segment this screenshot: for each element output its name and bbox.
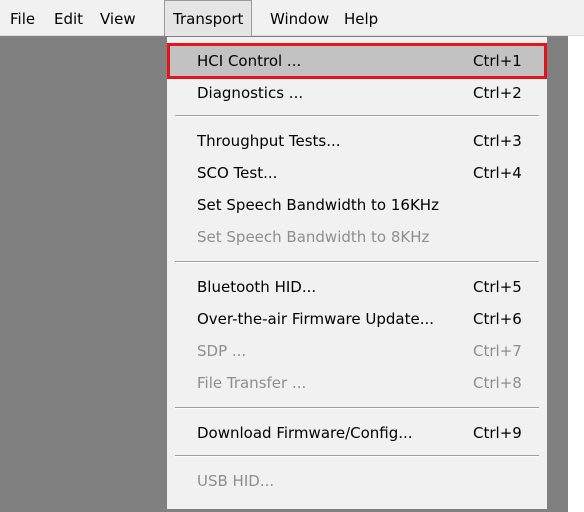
menu-item-shortcut: Ctrl+8 [473,374,522,392]
menu-item-download-firmware-config[interactable]: Download Firmware/Config... Ctrl+9 [169,417,545,449]
menu-item-shortcut: Ctrl+9 [473,424,522,442]
menu-item-ota-firmware-update[interactable]: Over-the-air Firmware Update... Ctrl+6 [169,303,545,335]
menu-separator [175,455,539,457]
menu-file[interactable]: File [2,0,43,36]
menu-item-shortcut: Ctrl+4 [473,164,522,182]
menu-separator [175,115,539,117]
menu-bar: File Edit View Transport Window Help [0,0,584,36]
menu-item-shortcut: Ctrl+1 [473,52,522,70]
menu-item-diagnostics[interactable]: Diagnostics ... Ctrl+2 [169,77,545,109]
menu-item-shortcut: Ctrl+2 [473,84,522,102]
menu-view[interactable]: View [92,0,144,36]
menu-item-label: Set Speech Bandwidth to 8KHz [197,228,430,246]
menu-item-speech-bandwidth-16khz[interactable]: Set Speech Bandwidth to 16KHz [169,189,545,221]
menu-item-label: File Transfer ... [197,374,307,392]
transport-dropdown-menu: HCI Control ... Ctrl+1 Diagnostics ... C… [166,36,548,510]
menu-item-label: Diagnostics ... [197,84,304,102]
menu-separator [175,407,539,409]
menu-item-label: Over-the-air Firmware Update... [197,310,434,328]
menu-item-sdp: SDP ... Ctrl+7 [169,335,545,367]
menu-item-shortcut: Ctrl+3 [473,132,522,150]
menu-window[interactable]: Window [262,0,337,36]
menu-transport[interactable]: Transport [164,0,253,36]
menu-item-label: USB HID... [197,472,275,490]
menu-item-file-transfer: File Transfer ... Ctrl+8 [169,367,545,399]
menu-item-speech-bandwidth-8khz: Set Speech Bandwidth to 8KHz [169,221,545,253]
menu-item-bluetooth-hid[interactable]: Bluetooth HID... Ctrl+5 [169,271,545,303]
menu-item-label: HCI Control ... [197,52,302,70]
menu-edit[interactable]: Edit [46,0,91,36]
menu-item-label: SCO Test... [197,164,278,182]
menu-item-usb-hid: USB HID... [169,465,545,497]
menu-help[interactable]: Help [336,0,386,36]
menu-item-label: Throughput Tests... [197,132,341,150]
menu-item-throughput-tests[interactable]: Throughput Tests... Ctrl+3 [169,125,545,157]
menu-item-label: Bluetooth HID... [197,278,317,296]
menu-separator [175,261,539,263]
menu-item-label: Download Firmware/Config... [197,424,413,442]
menu-item-shortcut: Ctrl+7 [473,342,522,360]
menu-item-label: SDP ... [197,342,247,360]
menu-item-label: Set Speech Bandwidth to 16KHz [197,196,439,214]
menu-item-shortcut: Ctrl+6 [473,310,522,328]
menu-item-sco-test[interactable]: SCO Test... Ctrl+4 [169,157,545,189]
menu-item-hci-control[interactable]: HCI Control ... Ctrl+1 [167,43,547,79]
menu-item-shortcut: Ctrl+5 [473,278,522,296]
